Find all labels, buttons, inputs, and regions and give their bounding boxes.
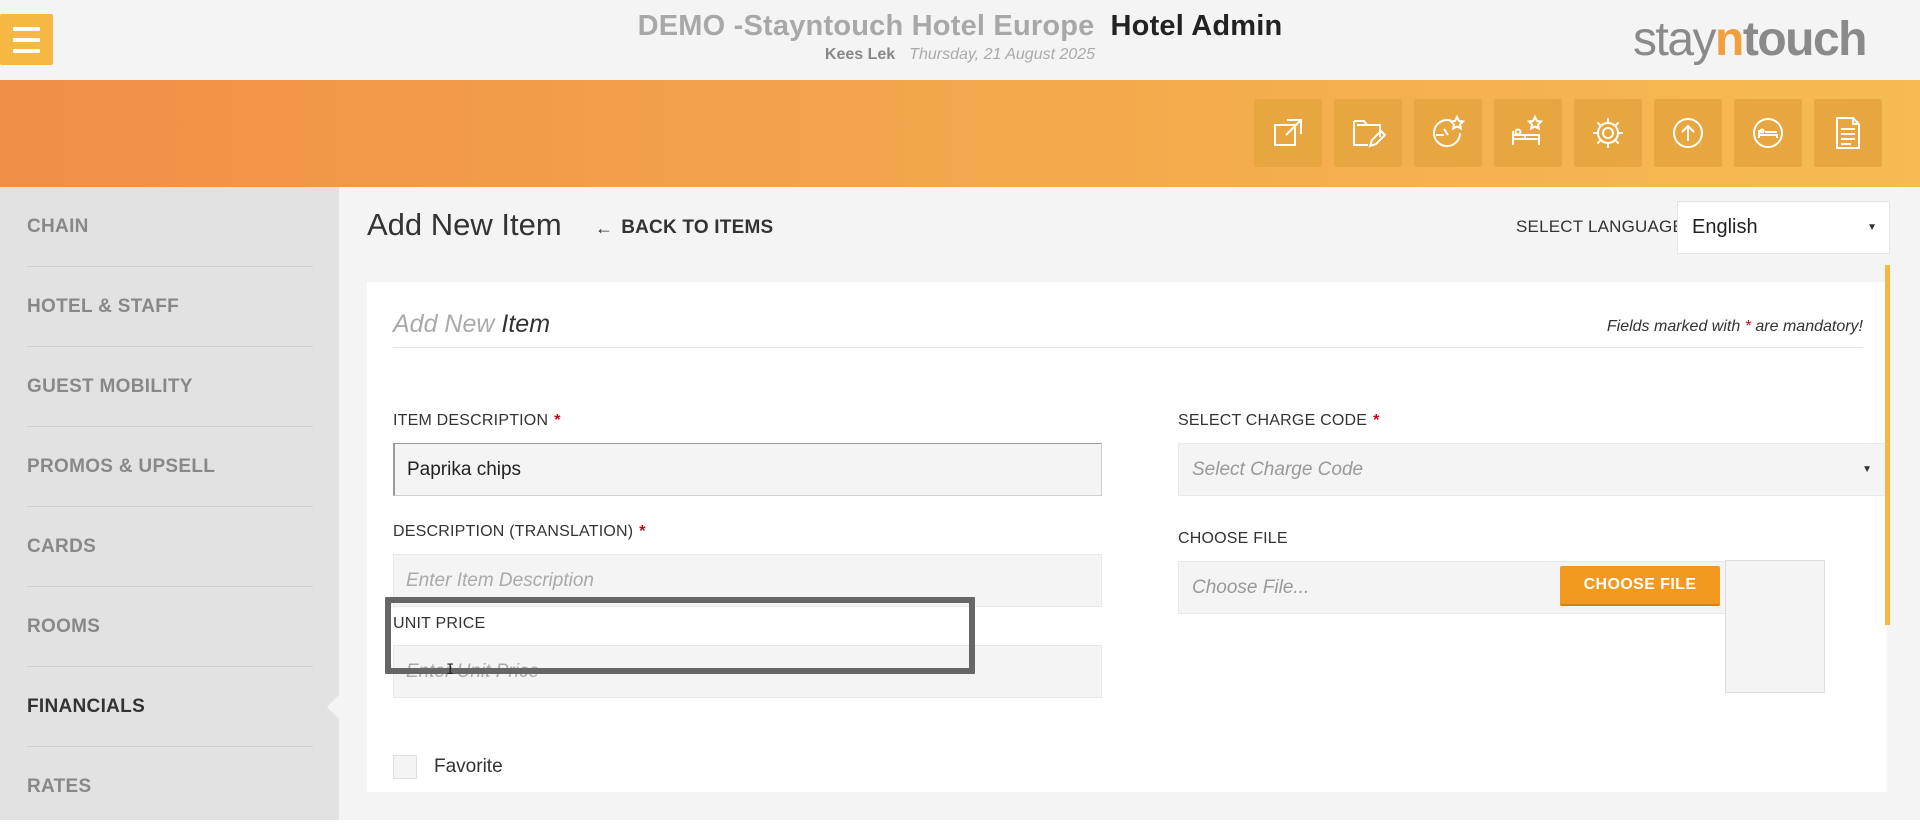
favorite-label: Favorite [434,756,503,777]
sidebar-item-rates[interactable]: RATES [27,747,313,827]
language-select[interactable]: English ▼ [1677,201,1890,254]
translation-label-text: DESCRIPTION (TRANSLATION) [393,523,634,540]
choose-file-label: CHOOSE FILE [1178,530,1288,547]
sidebar-item-rooms[interactable]: ROOMS [27,587,313,667]
toolbar-band [0,80,1920,187]
current-date: Thursday, 21 August 2025 [909,46,1096,63]
caret-down-icon: ▼ [1862,464,1872,475]
item-description-input[interactable] [393,443,1102,496]
form-title-strong: Item [501,310,551,338]
toolbar [1254,99,1882,167]
language-value: English [1692,216,1758,238]
sidebar: CHAIN HOTEL & STAFF GUEST MOBILITY PROMO… [0,187,340,820]
header-title: DEMO -Stayntouch Hotel Europe Hotel Admin [0,10,1920,43]
sidebar-item-promos-upsell[interactable]: PROMOS & UPSELL [27,427,313,507]
sidebar-item-chain[interactable]: CHAIN [27,187,313,267]
gear-icon[interactable] [1574,99,1642,167]
focus-highlight-box [385,597,975,674]
charge-code-label: SELECT CHARGE CODE * [1178,412,1380,430]
scrollbar[interactable] [1885,265,1890,625]
document-icon[interactable] [1814,99,1882,167]
mandatory-post: are mandatory! [1755,318,1863,335]
logo-mid: n [1715,13,1744,66]
mandatory-star: * [1744,318,1751,335]
folder-edit-icon[interactable] [1334,99,1402,167]
form-card: Add New Item Fields marked with * are ma… [367,282,1887,792]
favorite-checkbox[interactable] [393,755,417,779]
external-link-icon[interactable] [1254,99,1322,167]
mandatory-note: Fields marked with * are mandatory! [1607,318,1863,336]
user-name: Kees Lek [824,46,896,63]
back-to-items-link[interactable]: ← BACK TO ITEMS [595,217,773,239]
item-description-label-text: ITEM DESCRIPTION [393,412,549,429]
charge-code-placeholder: Select Charge Code [1192,458,1364,480]
upload-circle-icon[interactable] [1654,99,1722,167]
app-title: Hotel Admin [1110,10,1283,42]
translation-label: DESCRIPTION (TRANSLATION) * [393,523,646,541]
stayntouch-logo: stayntouch [1633,12,1868,67]
top-header: DEMO -Stayntouch Hotel Europe Hotel Admin… [0,0,1920,80]
file-placeholder: Choose File... [1192,576,1310,598]
charge-code-label-text: SELECT CHARGE CODE [1178,412,1368,429]
main-content: Add New Item ← BACK TO ITEMS SELECT LANG… [339,187,1920,820]
required-star: * [554,412,561,429]
choose-file-button[interactable]: CHOOSE FILE [1560,566,1720,606]
page-title: Add New Item [367,207,562,242]
arrow-left-icon: ← [595,217,614,238]
charge-code-select[interactable]: Select Charge Code ▼ [1178,443,1887,496]
item-description-label: ITEM DESCRIPTION * [393,412,561,430]
header-subtitle: Kees Lek Thursday, 21 August 2025 [0,46,1920,64]
required-star: * [639,523,646,540]
sidebar-item-financials[interactable]: FINANCIALS [27,667,313,747]
logo-prefix: stay [1633,13,1717,66]
caret-down-icon: ▼ [1867,222,1877,233]
bed-circle-icon[interactable] [1734,99,1802,167]
form-title-light: Add New [393,310,495,338]
language-label: SELECT LANGUAGE [1516,217,1685,236]
form-title: Add New Item [393,310,550,338]
hotel-name: DEMO -Stayntouch Hotel Europe [637,10,1095,42]
text-cursor-icon: I [446,662,455,678]
form-header: Add New Item Fields marked with * are ma… [393,310,1863,348]
sidebar-item-hotel-staff[interactable]: HOTEL & STAFF [27,267,313,347]
logo-suffix: touch [1742,13,1868,66]
sidebar-item-cards[interactable]: CARDS [27,507,313,587]
bed-star-icon[interactable] [1494,99,1562,167]
dashboard-star-icon[interactable] [1414,99,1482,167]
sidebar-item-guest-mobility[interactable]: GUEST MOBILITY [27,347,313,427]
required-star: * [1373,412,1380,429]
mandatory-pre: Fields marked with [1606,318,1741,335]
file-preview [1725,560,1825,693]
back-label: BACK TO ITEMS [621,217,774,238]
